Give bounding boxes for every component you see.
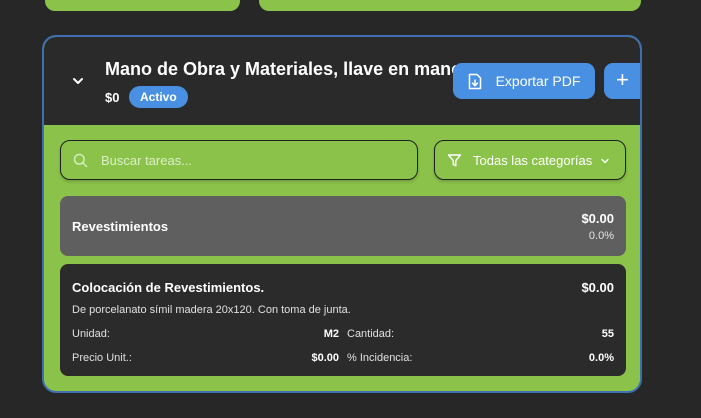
quantity-value: 55 [601,328,614,340]
category-filter-dropdown[interactable]: Todas las categorías [434,140,626,180]
task-name: Colocación de Revestimientos. [72,280,265,295]
unit-price-value: $0.00 [311,352,339,364]
category-percent: 0.0% [588,230,614,242]
quantity-label: Cantidad: [347,328,395,340]
task-description: De porcelanato símil madera 20x120. Con … [72,304,351,316]
filter-icon [447,154,462,167]
unit-price-label: Precio Unit.: [72,352,132,364]
chevron-down-icon[interactable] [70,73,86,89]
task-total: $0.00 [581,280,614,295]
search-input[interactable] [99,141,403,180]
incidence-value: 0.0% [588,352,614,364]
previous-card-left [45,0,240,11]
search-field[interactable] [60,140,418,180]
category-name: Revestimientos [72,219,169,234]
unit-value: M2 [323,328,339,340]
unit-label: Unidad: [72,328,110,340]
add-task-button[interactable]: + [604,63,640,99]
search-icon [73,153,88,168]
section-panel: Mano de Obra y Materiales, llave en mano… [42,35,642,393]
section-amount: $0 [105,90,120,105]
status-badge: Activo [129,86,188,108]
plus-icon: + [616,67,629,92]
chevron-down-icon [601,158,609,164]
previous-card-right [259,0,641,11]
task-card[interactable]: Colocación de Revestimientos. $0.00 De p… [60,264,626,376]
incidence-label: % Incidencia: [347,352,413,364]
export-pdf-button[interactable]: Exportar PDF [453,63,595,99]
file-download-icon [468,73,481,89]
category-row[interactable]: Revestimientos $0.00 0.0% [60,196,626,256]
category-filter-label: Todas las categorías [473,153,593,168]
export-pdf-label: Exportar PDF [495,73,581,89]
section-title: Mano de Obra y Materiales, llave en mano… [105,59,468,79]
category-total: $0.00 [581,211,614,226]
section-header: Mano de Obra y Materiales, llave en mano… [44,37,640,125]
